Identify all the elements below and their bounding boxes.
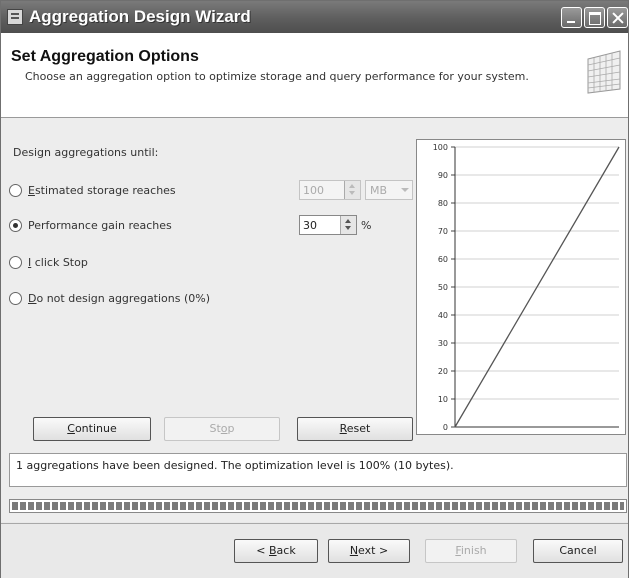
y-tick-label: 10 [438, 395, 448, 404]
finish-button[interactable]: Finish [425, 539, 517, 563]
performance-gain-radio[interactable] [9, 219, 22, 232]
y-tick-label: 70 [438, 227, 448, 236]
cube-grid-icon [587, 50, 621, 94]
performance-spin-arrows[interactable] [340, 216, 356, 234]
close-button[interactable] [607, 7, 628, 28]
y-tick-label: 20 [438, 367, 448, 376]
percent-unit-label: % [361, 219, 372, 232]
wizard-header: Set Aggregation Options Choose an aggreg… [1, 33, 628, 118]
back-button[interactable]: < Back [234, 539, 318, 563]
status-message: 1 aggregations have been designed. The o… [16, 459, 454, 472]
maximize-button[interactable] [584, 7, 605, 28]
next-button[interactable]: Next > [328, 539, 410, 563]
minimize-button[interactable] [561, 7, 582, 28]
cancel-button[interactable]: Cancel [533, 539, 623, 563]
y-tick-label: 90 [438, 171, 448, 180]
y-tick-label: 50 [438, 283, 448, 292]
title-bar[interactable]: Aggregation Design Wizard [1, 1, 628, 33]
storage-spin-arrows[interactable] [344, 181, 360, 199]
chevron-down-icon [401, 188, 409, 192]
y-tick-label: 100 [433, 143, 448, 152]
y-tick-label: 80 [438, 199, 448, 208]
optimization-chart: 0 10 20 30 40 50 60 70 80 90 100 [416, 139, 626, 435]
storage-unit-dropdown[interactable]: MB [365, 180, 413, 200]
no-aggregations-radio[interactable] [9, 292, 22, 305]
storage-limit-stepper[interactable]: 100 [299, 180, 361, 200]
wizard-window: Aggregation Design Wizard Set Aggregatio… [0, 0, 629, 578]
performance-gain-label[interactable]: Performance gain reaches [28, 219, 172, 232]
y-tick-label: 0 [443, 423, 448, 432]
page-title: Set Aggregation Options [11, 48, 199, 65]
reset-button[interactable]: Reset [297, 417, 413, 441]
estimated-storage-radio[interactable] [9, 184, 22, 197]
window-title: Aggregation Design Wizard [29, 7, 251, 26]
performance-gain-stepper[interactable]: 30 [299, 215, 357, 235]
optimization-chart-svg: 0 10 20 30 40 50 60 70 80 90 100 [433, 143, 620, 432]
y-tick-label: 60 [438, 255, 448, 264]
progress-fill [12, 502, 624, 510]
window-icon[interactable] [7, 9, 23, 25]
stop-button[interactable]: Stop [164, 417, 280, 441]
estimated-storage-label[interactable]: Estimated storage reaches [28, 184, 176, 197]
i-click-stop-radio[interactable] [9, 256, 22, 269]
i-click-stop-label[interactable]: I click Stop [28, 256, 88, 269]
no-aggregations-label[interactable]: Do not design aggregations (0%) [28, 292, 210, 305]
status-panel: 1 aggregations have been designed. The o… [9, 453, 627, 487]
continue-button[interactable]: Continue [33, 417, 151, 441]
progress-bar [9, 499, 627, 513]
y-tick-label: 30 [438, 339, 448, 348]
y-tick-label: 40 [438, 311, 448, 320]
design-until-label: Design aggregations until: [13, 146, 159, 159]
page-description: Choose an aggregation option to optimize… [25, 70, 529, 83]
